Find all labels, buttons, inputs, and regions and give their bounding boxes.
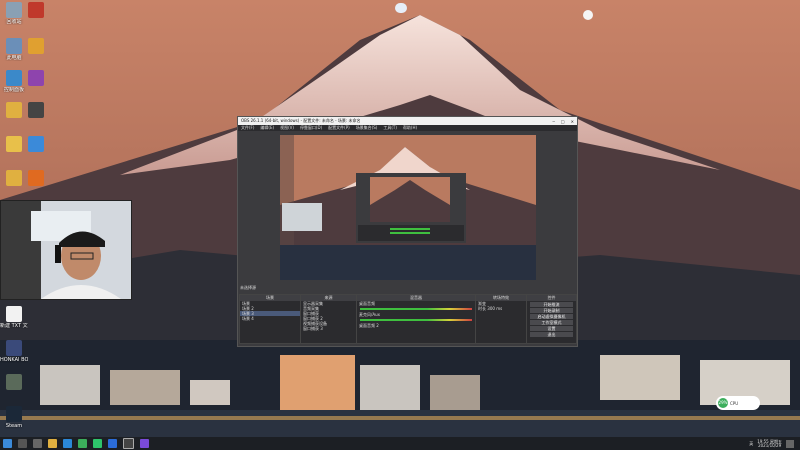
performance-badge[interactable]: 29% CPU [716, 396, 760, 410]
bird-app-icon[interactable] [22, 136, 50, 153]
no-source-selected-label: 未选择源 [240, 285, 256, 290]
controls-header: 控件 [527, 295, 576, 301]
preview-capture [280, 135, 536, 280]
duration-input[interactable]: 300 ms [487, 306, 502, 311]
badge-label: CPU [730, 400, 739, 406]
notification-icon[interactable] [786, 439, 794, 448]
taskbar: 英 19:55 星期五 2021/10/29 [0, 437, 800, 450]
duration-row: 时长 300 ms [476, 306, 526, 311]
controls-panel: 控件 开始推流 开始录制 启动虚拟摄像机 工作室模式 设置 退出 [526, 294, 577, 344]
obs-window-title: OBS 26.1.1 (64-bit, windows) - 配置文件: 未命名… [241, 118, 361, 123]
duration-label: 时长 [478, 306, 486, 311]
obs-window: OBS 26.1.1 (64-bit, windows) - 配置文件: 未命名… [237, 116, 578, 347]
obs-taskbar-icon[interactable] [123, 438, 134, 449]
owl-app-icon[interactable] [395, 3, 407, 13]
settings-button[interactable]: 设置 [530, 326, 573, 331]
webcam-overlay [0, 200, 132, 300]
menu-file[interactable]: 文件(F) [241, 125, 254, 131]
clock-date: 2021/10/29 [758, 442, 782, 448]
menu-help[interactable]: 帮助(H) [403, 125, 417, 131]
studio-mode-button[interactable]: 工作室模式 [530, 320, 573, 325]
menu-scene-collection[interactable]: 场景集合(S) [356, 125, 378, 131]
chrome-icon[interactable] [78, 439, 87, 448]
volume-meter[interactable] [360, 319, 472, 321]
source-item[interactable]: 窗口捕获 3 [301, 326, 356, 331]
badge-percent: 29% [718, 398, 728, 408]
edge-icon[interactable] [63, 439, 72, 448]
maximize-icon[interactable]: □ [561, 119, 565, 124]
obs-preview[interactable] [280, 135, 536, 280]
game-icon[interactable] [0, 374, 28, 391]
obs-menu-bar: 文件(F) 编辑(E) 视图(V) 停靠窗口(D) 配置文件(P) 场景集合(S… [238, 125, 577, 131]
task-view-icon[interactable] [33, 439, 42, 448]
file-explorer-icon[interactable] [48, 439, 57, 448]
mixer-channel-label: 桌面音频 2 [359, 323, 379, 328]
app-icon-red[interactable] [22, 2, 50, 19]
menu-edit[interactable]: 编辑(E) [260, 125, 274, 131]
orange-app-icon[interactable] [22, 170, 50, 187]
volume-meter[interactable] [360, 308, 472, 310]
vscode-icon[interactable] [108, 439, 117, 448]
scenes-panel: 场景 场景 场景 2 场景 3 场景 4 [239, 294, 301, 344]
virtual-camera-button[interactable]: 启动虚拟摄像机 [530, 314, 573, 319]
obs-title-bar[interactable]: OBS 26.1.1 (64-bit, windows) - 配置文件: 未命名… [238, 117, 577, 125]
winrar-icon[interactable] [22, 70, 50, 87]
clock[interactable]: 19:55 星期五 2021/10/29 [757, 439, 782, 448]
start-recording-button[interactable]: 开始录制 [530, 308, 573, 313]
lakeside-town [0, 340, 800, 450]
store-icon[interactable] [140, 439, 149, 448]
menu-docks[interactable]: 停靠窗口(D) [300, 125, 322, 131]
csgo-icon[interactable] [22, 38, 50, 55]
wechat-icon[interactable] [93, 439, 102, 448]
menu-view[interactable]: 视图(V) [280, 125, 294, 131]
ghost-app-icon[interactable] [583, 10, 593, 20]
exit-button[interactable]: 退出 [530, 332, 573, 337]
mixer-channel-label: 桌面音频 [359, 301, 375, 306]
close-icon[interactable]: ✕ [571, 119, 574, 124]
text-file-icon[interactable]: 新建 TXT 文档 [0, 306, 28, 329]
mixer-channel-label: 麦克风/Aux [359, 312, 380, 317]
desktop: 回收站 此电脑 控制面板 新建 TXT 文 HONKAI BO Steam OB… [0, 0, 800, 450]
steam-icon[interactable]: Steam [0, 406, 28, 429]
menu-tools[interactable]: 工具(T) [383, 125, 397, 131]
scene-item[interactable]: 场景 4 [240, 316, 300, 321]
search-icon[interactable] [18, 439, 27, 448]
menu-profile[interactable]: 配置文件(P) [328, 125, 350, 131]
audio-mixer-panel: 混音器 桌面音频 麦克风/Aux 桌面音频 2 [356, 294, 476, 344]
minimize-icon[interactable]: ─ [552, 119, 554, 124]
start-streaming-button[interactable]: 开始推流 [530, 302, 573, 307]
transitions-panel: 转场特效 渐变 时长 300 ms [475, 294, 527, 344]
input-language[interactable]: 英 [749, 441, 753, 447]
sources-panel: 来源 显示器采集 音频采集 窗口捕获 窗口捕获 2 视频捕获设备 窗口捕获 3 [300, 294, 357, 344]
helmet-app-icon[interactable] [22, 102, 50, 119]
nvidia-app-icon[interactable]: HONKAI BOT [0, 340, 28, 363]
webcam-person [1, 201, 131, 299]
system-tray: 英 19:55 星期五 2021/10/29 [749, 439, 800, 448]
windows-start-icon[interactable] [3, 439, 12, 448]
